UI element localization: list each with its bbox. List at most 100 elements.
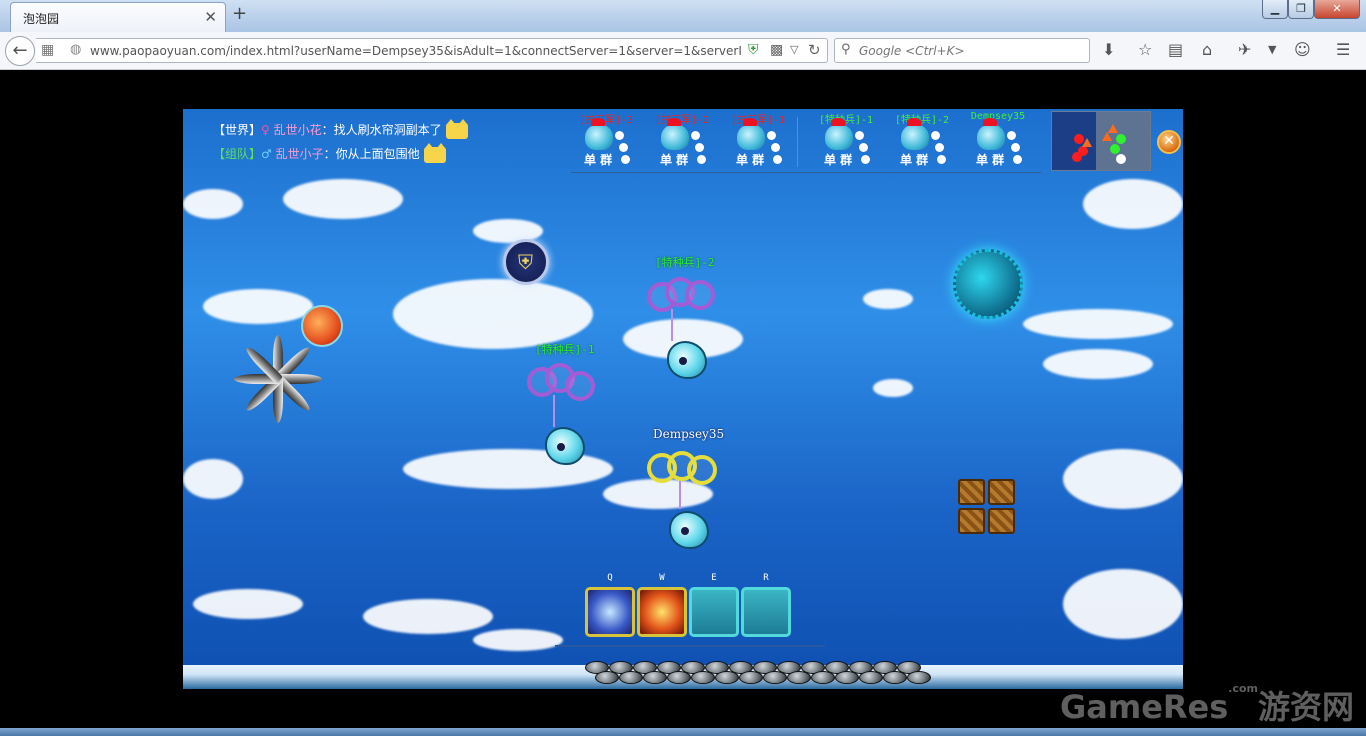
smiley-icon[interactable]: ☺ xyxy=(1294,40,1311,59)
cloud xyxy=(393,279,593,349)
chat-message: 找人刷水帘洞副本了 xyxy=(333,123,442,137)
watermark-logo: GameRes.com游资网 xyxy=(1060,682,1354,728)
pebble xyxy=(907,671,931,684)
fruit-powerup-icon[interactable] xyxy=(301,305,343,347)
self-name-label: Dempsey35 xyxy=(653,427,725,441)
player-avatar xyxy=(977,118,1005,150)
chat-speaker[interactable]: 乱世小子 xyxy=(276,147,324,161)
cloud xyxy=(873,379,913,397)
empty-skill-slot[interactable] xyxy=(741,587,791,637)
pebble xyxy=(619,671,643,684)
shield-powerup-icon[interactable]: ⛨ xyxy=(503,239,549,285)
minimap-ally-dot xyxy=(1116,134,1126,144)
pebble xyxy=(691,671,715,684)
status-dot xyxy=(695,143,704,152)
chat-channel: 【组队】 xyxy=(213,147,262,161)
player-name: [护卫军]-1 xyxy=(730,115,786,126)
shield-icon[interactable]: ⛨ xyxy=(748,42,759,58)
page-info-icon[interactable]: ▦ xyxy=(41,42,54,58)
cloud xyxy=(1023,309,1173,339)
status-dot xyxy=(1011,143,1020,152)
crate xyxy=(988,508,1015,534)
player-card[interactable]: Dempsey35 单 群 xyxy=(963,111,1033,171)
window-minimize-button[interactable]: ▁ xyxy=(1262,0,1288,19)
back-arrow-icon[interactable]: ← xyxy=(5,36,35,66)
pebble xyxy=(595,671,619,684)
balloon xyxy=(685,280,715,310)
download-icon[interactable]: ⬇ xyxy=(1102,40,1115,59)
url-text[interactable]: www.paopaoyuan.com/index.html?userName=D… xyxy=(90,44,742,58)
status-dot xyxy=(697,155,706,164)
window-close-button[interactable]: ✕ xyxy=(1314,0,1360,19)
minimap-self-dot xyxy=(1116,154,1126,164)
player-card[interactable]: [护卫军]-2 单 群 xyxy=(647,111,717,171)
window-maximize-button[interactable]: ❐ xyxy=(1288,0,1314,19)
tab-close-icon[interactable]: ✕ xyxy=(204,8,217,26)
shuriken-trap-icon xyxy=(229,331,325,427)
status-dot xyxy=(771,143,780,152)
status-dot xyxy=(615,131,624,140)
new-tab-icon[interactable]: + xyxy=(232,3,247,24)
player-name: Dempsey35 xyxy=(970,111,1026,122)
ally-unit-avatar[interactable] xyxy=(667,341,707,379)
home-icon[interactable]: ⌂ xyxy=(1202,40,1212,59)
tools-dropdown-icon[interactable]: ▼ xyxy=(1268,43,1276,56)
balloon-string xyxy=(671,309,673,341)
status-dot xyxy=(861,155,870,164)
empty-skill-slot[interactable] xyxy=(689,587,739,637)
skill-key-label: Q xyxy=(607,573,613,583)
close-game-button[interactable]: ✕ xyxy=(1157,130,1181,154)
window-titlebar: 泡泡园 ✕ + ▁ ❐ ✕ xyxy=(0,0,1366,32)
game-stage[interactable]: 【世界】♀ 乱世小花：找人刷水帘洞副本了 【组队】♂ 乱世小子：你从上面包围他 … xyxy=(183,109,1183,689)
search-input[interactable] xyxy=(859,42,1084,60)
reload-icon[interactable]: ↻ xyxy=(808,41,821,59)
chat-line-world: 【世界】♀ 乱世小花：找人刷水帘洞副本了 xyxy=(213,118,468,143)
player-name: [特种兵]-1 xyxy=(818,115,874,126)
pebble xyxy=(667,671,691,684)
unit-name-label: [特种兵]-2 xyxy=(655,256,715,269)
team-divider xyxy=(797,117,798,167)
skill-key-label: R xyxy=(763,573,769,583)
minimap[interactable] xyxy=(1051,111,1151,171)
address-bar[interactable]: ▦ ◍ www.paopaoyuan.com/index.html?userNa… xyxy=(36,38,828,63)
skill-key-label: W xyxy=(659,573,665,583)
minimap-objective-icon xyxy=(1082,138,1092,147)
player-name: [特种兵]-2 xyxy=(894,115,950,126)
search-box[interactable]: ⚲ xyxy=(834,38,1090,63)
pebble xyxy=(835,671,859,684)
cloud xyxy=(1083,179,1183,229)
ally-unit-avatar[interactable] xyxy=(545,427,585,465)
balloon xyxy=(687,455,717,485)
reading-list-icon[interactable]: ▤ xyxy=(1168,40,1183,59)
unit-name-label: [特种兵]-1 xyxy=(535,343,595,356)
player-card[interactable]: [护卫军]-3 单 群 xyxy=(571,111,641,171)
player-name: [护卫军]-2 xyxy=(654,115,710,126)
cloud xyxy=(193,589,303,619)
menu-icon[interactable]: ☰ xyxy=(1336,40,1350,59)
status-dot xyxy=(767,131,776,140)
pebble xyxy=(715,671,739,684)
self-avatar[interactable] xyxy=(669,511,709,549)
fire-skill-icon[interactable] xyxy=(637,587,687,637)
status-dot xyxy=(1007,131,1016,140)
player-avatar xyxy=(825,118,853,150)
player-avatar xyxy=(585,118,613,150)
status-dot xyxy=(1013,155,1022,164)
crate xyxy=(958,508,985,534)
browser-tab[interactable]: 泡泡园 ✕ xyxy=(10,2,226,32)
tools-icon[interactable]: ✈ xyxy=(1238,40,1251,59)
search-icon: ⚲ xyxy=(841,42,851,57)
chat-speaker[interactable]: 乱世小花 xyxy=(274,123,322,137)
player-card[interactable]: [特种兵]-1 单 群 xyxy=(811,111,881,171)
lightning-skill-icon[interactable] xyxy=(585,587,635,637)
mode-labels: 单 群 xyxy=(900,153,929,167)
pebble xyxy=(811,671,835,684)
cloud xyxy=(473,629,563,651)
bookmark-star-icon[interactable]: ☆ xyxy=(1138,40,1152,59)
cloud xyxy=(183,459,243,499)
player-card[interactable]: [护卫军]-1 单 群 xyxy=(723,111,793,171)
player-card[interactable]: [特种兵]-2 单 群 xyxy=(887,111,957,171)
dropdown-icon[interactable]: ▽ xyxy=(790,43,798,56)
cloud xyxy=(283,179,403,219)
qr-code-icon[interactable]: ▩ xyxy=(770,42,783,58)
